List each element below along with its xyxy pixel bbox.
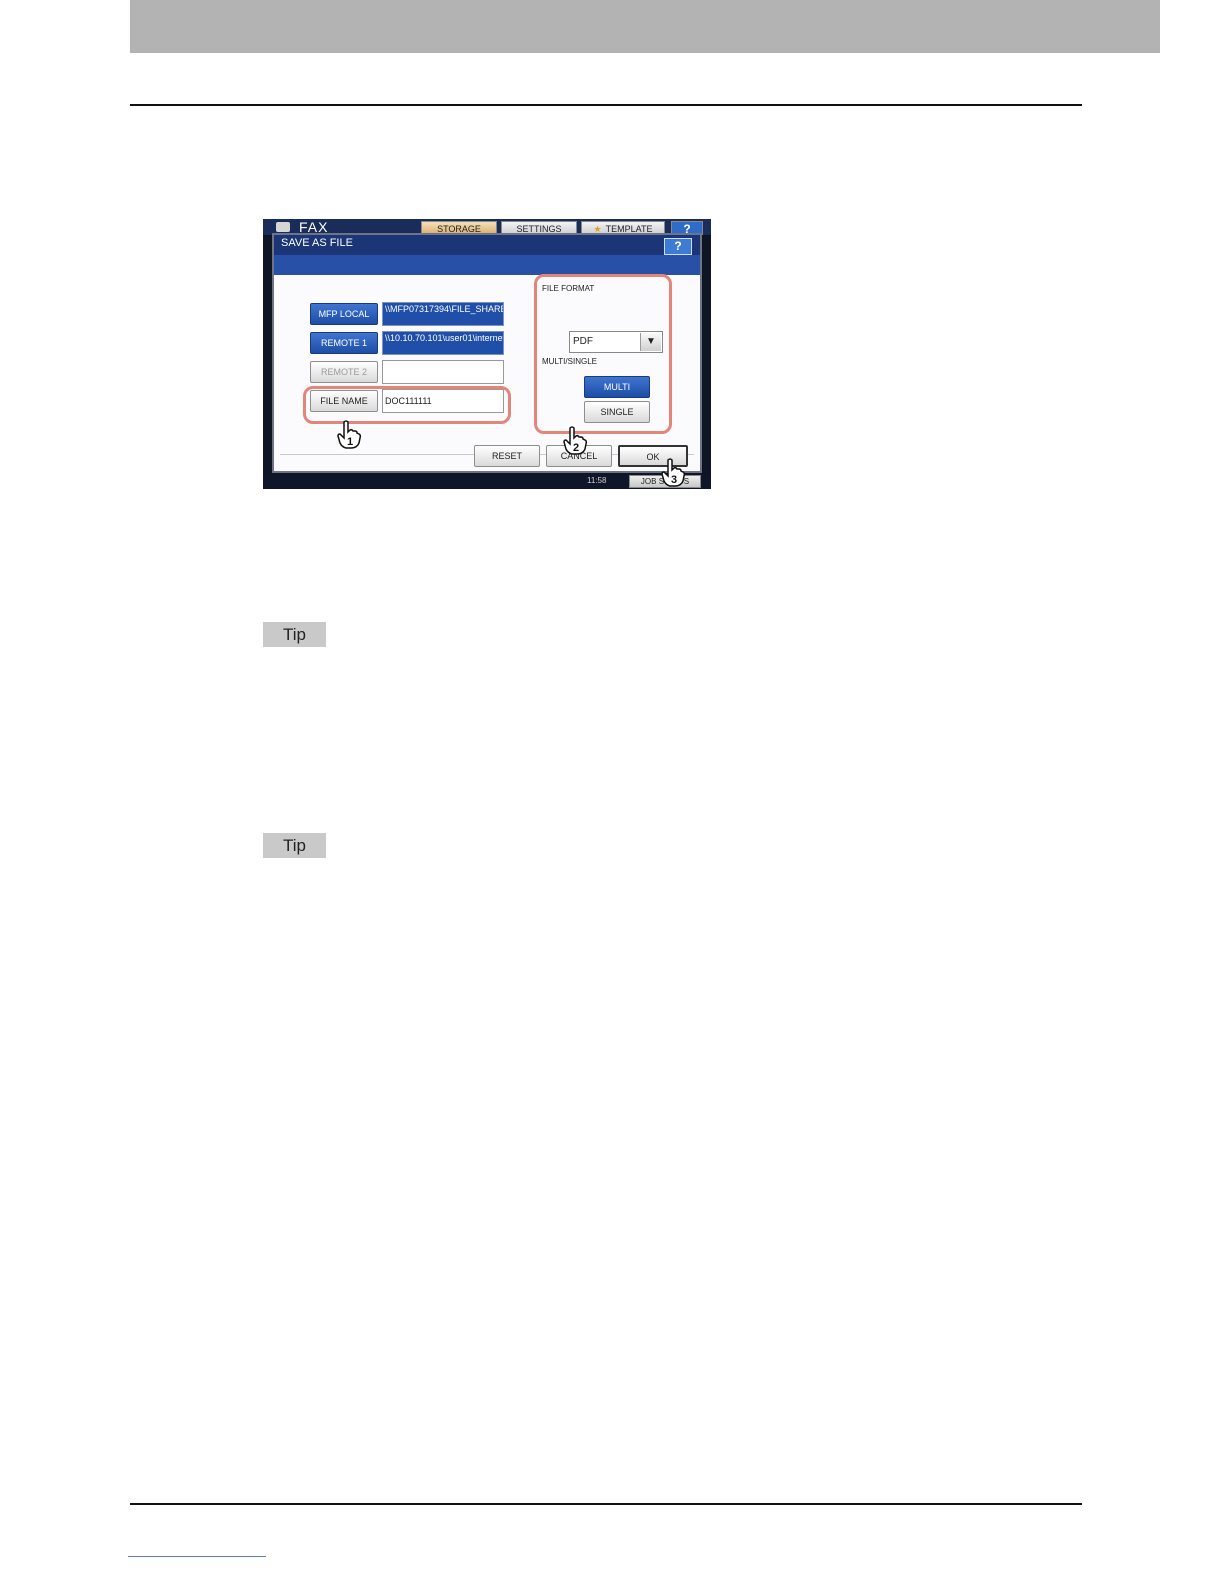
page-header-bar [130, 0, 1160, 53]
tip-label-1: Tip [263, 622, 326, 647]
dialog-help-button[interactable]: ? [664, 238, 692, 255]
mfp-local-button[interactable]: MFP LOCAL [310, 303, 378, 325]
remote-2-button[interactable]: REMOTE 2 [310, 361, 378, 383]
hand-pointer-icon-3: 3 [661, 458, 686, 487]
app-title: FAX [299, 219, 329, 235]
reset-button[interactable]: RESET [474, 445, 540, 467]
hand-pointer-icon-1: 1 [337, 420, 362, 449]
callout-2: 2 [573, 442, 579, 454]
mfp-local-path: \\MFP07317394\FILE_SHARE\ [382, 302, 504, 326]
fax-icon [276, 222, 290, 232]
hand-pointer-icon-2: 2 [563, 426, 588, 455]
tip-label-2: Tip [263, 833, 326, 858]
bottom-rule [130, 1503, 1082, 1505]
callout-3: 3 [671, 474, 677, 486]
remote-1-path: \\10.10.70.101\user01\internetfax\ [382, 331, 504, 355]
callout-1: 1 [347, 436, 353, 448]
footer-link-underline[interactable] [128, 1556, 266, 1557]
clock: 11:58 [587, 476, 607, 485]
dialog-title: SAVE AS FILE [274, 235, 700, 255]
mfp-screenshot: FAX STORAGE SETTINGS ★ TEMPLATE ? SAVE AS… [263, 219, 711, 489]
top-rule [130, 104, 1082, 106]
highlight-file-format [534, 274, 672, 434]
dialog-header-strip [274, 255, 700, 275]
remote-1-button[interactable]: REMOTE 1 [310, 332, 378, 354]
remote-2-path [382, 360, 504, 384]
